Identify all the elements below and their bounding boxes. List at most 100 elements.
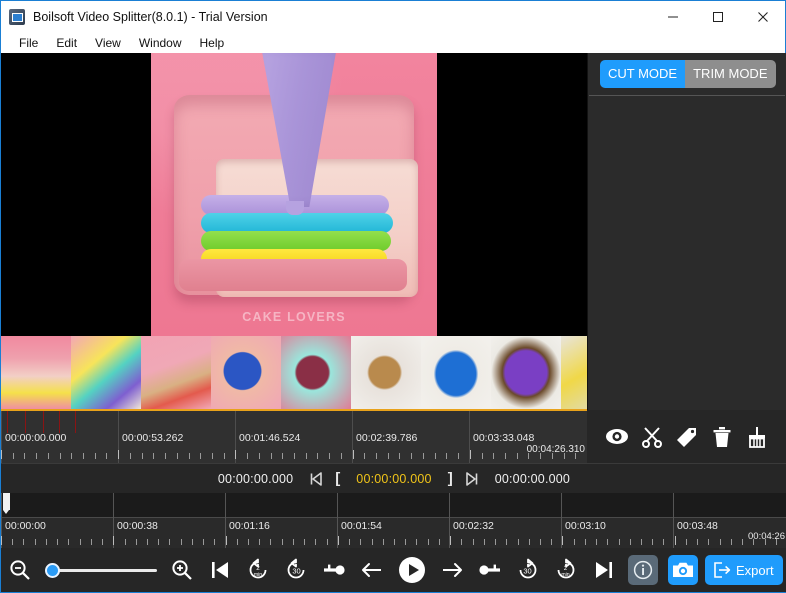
tick-mark <box>46 539 47 545</box>
close-icon[interactable] <box>740 1 785 33</box>
thumbnail-item[interactable] <box>281 336 351 409</box>
thumbnail-image <box>281 336 351 409</box>
tick-mark <box>125 539 126 545</box>
tick-mark <box>529 539 530 545</box>
end-time-display[interactable]: 00:00:00.000 <box>485 472 580 486</box>
tick-mark <box>71 453 72 459</box>
broom-icon[interactable] <box>744 424 770 450</box>
thumbnail-item[interactable] <box>141 336 211 409</box>
cut-marker <box>25 411 26 433</box>
tick-mark <box>697 539 698 545</box>
mark-out-bracket[interactable]: ] <box>442 470 459 487</box>
tick-mark <box>484 539 485 545</box>
info-button[interactable] <box>623 555 663 585</box>
cut-mode-button[interactable]: CUT MODE <box>600 60 685 88</box>
skip-to-end-button[interactable] <box>585 560 623 580</box>
thumbnail-item[interactable] <box>421 336 491 409</box>
menu-item-file[interactable]: File <box>10 33 47 53</box>
timeline-label: 00:00:53.262 <box>122 432 183 444</box>
tick-mark <box>113 536 114 545</box>
tick-mark <box>630 539 631 545</box>
tick-mark <box>247 453 248 459</box>
tick-mark <box>189 453 190 459</box>
menu-item-help[interactable]: Help <box>191 33 234 53</box>
ruler-label: 00:00:38 <box>117 520 158 532</box>
rewind-30s-button[interactable]: 30 <box>277 558 315 582</box>
tick-mark <box>652 539 653 545</box>
tick-mark <box>158 539 159 545</box>
svg-text:30: 30 <box>523 567 531 576</box>
thumbnail-item[interactable] <box>491 336 561 409</box>
trash-icon[interactable] <box>709 424 735 450</box>
zoom-slider-handle[interactable] <box>45 563 60 578</box>
snapshot-button[interactable] <box>663 555 703 585</box>
thumbnail-item[interactable] <box>561 336 587 409</box>
thumbnail-item[interactable] <box>211 336 281 409</box>
maximize-icon[interactable] <box>695 1 740 33</box>
skip-next-icon[interactable] <box>459 467 485 491</box>
tick-mark <box>551 539 552 545</box>
tag-icon[interactable] <box>674 424 700 450</box>
skip-previous-icon[interactable] <box>303 467 329 491</box>
tick-mark <box>663 539 664 545</box>
video-preview[interactable]: CAKE LOVERS <box>151 53 437 336</box>
tick-mark <box>329 453 330 459</box>
tick-mark <box>439 539 440 545</box>
timeline-ruler[interactable]: 00:00:00 00:00:38 00:01:16 00:01:54 00:0… <box>1 493 786 548</box>
svg-text:min: min <box>561 572 569 578</box>
clip-list[interactable] <box>589 96 785 410</box>
ruler-track[interactable] <box>1 493 786 517</box>
trim-mode-button[interactable]: TRIM MODE <box>685 60 775 88</box>
cake-pan-base <box>179 259 407 291</box>
tick-mark <box>506 539 507 545</box>
set-start-key-button[interactable] <box>315 563 353 577</box>
menu-item-window[interactable]: Window <box>130 33 191 53</box>
tick-mark <box>540 453 541 459</box>
tick-mark <box>169 539 170 545</box>
preview-eye-icon[interactable] <box>604 424 630 450</box>
menu-item-edit[interactable]: Edit <box>47 33 86 53</box>
tick-mark <box>552 453 553 459</box>
tick-mark <box>212 453 213 459</box>
tick-mark <box>383 539 384 545</box>
tick-mark <box>327 539 328 545</box>
timeline-upper[interactable]: 00:00:00.000 00:00:53.262 00:01:46.524 0… <box>1 409 587 463</box>
zoom-slider[interactable] <box>45 560 157 580</box>
tick-mark <box>80 539 81 545</box>
thumbnail-item[interactable] <box>1 336 71 409</box>
current-time-display[interactable]: 00:00:00.000 <box>346 472 441 486</box>
tick-mark <box>203 539 204 545</box>
tick-mark <box>349 539 350 545</box>
skip-to-start-button[interactable] <box>201 560 239 580</box>
forward-2min-button[interactable]: 2min <box>547 558 585 582</box>
bottom-toolbar: 2min 30 30 2min <box>1 548 786 592</box>
scissors-icon[interactable] <box>639 424 665 450</box>
tick-mark <box>482 453 483 459</box>
thumbnail-item[interactable] <box>71 336 141 409</box>
mark-in-bracket[interactable]: [ <box>329 470 346 487</box>
tick-mark <box>776 539 777 545</box>
playhead-marker[interactable] <box>3 493 10 510</box>
step-back-button[interactable] <box>353 562 391 578</box>
tick-mark <box>435 453 436 459</box>
application-window: Boilsoft Video Splitter(8.0.1) - Trial V… <box>0 0 786 593</box>
export-button[interactable]: Export <box>705 555 783 585</box>
tick-mark <box>428 539 429 545</box>
zoom-out-icon[interactable] <box>1 559 39 581</box>
thumbnail-item[interactable] <box>351 336 421 409</box>
thumbnail-image <box>1 336 71 409</box>
set-end-key-button[interactable] <box>471 563 509 577</box>
tick-mark <box>564 453 565 459</box>
tick-mark <box>259 453 260 459</box>
minimize-icon[interactable] <box>650 1 695 33</box>
tick-mark <box>95 453 96 459</box>
forward-30s-button[interactable]: 30 <box>509 558 547 582</box>
play-button[interactable] <box>391 556 433 584</box>
thumbnail-filmstrip[interactable] <box>1 336 587 409</box>
step-forward-button[interactable] <box>433 562 471 578</box>
start-time-display[interactable]: 00:00:00.000 <box>208 472 303 486</box>
rewind-2min-button[interactable]: 2min <box>239 558 277 582</box>
tick-mark <box>528 453 529 459</box>
zoom-in-icon[interactable] <box>163 559 201 581</box>
menu-item-view[interactable]: View <box>86 33 130 53</box>
